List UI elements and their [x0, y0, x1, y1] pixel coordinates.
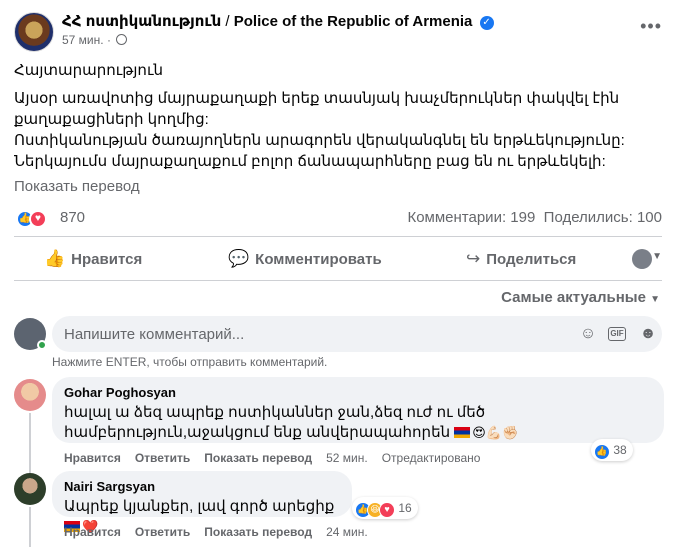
comment-author[interactable]: Nairi Sargsyan	[64, 479, 340, 495]
reaction-count[interactable]: 870	[60, 209, 85, 226]
thread-line	[29, 507, 31, 547]
post-meta: 57 мин. ·	[62, 33, 128, 47]
comment-reaction-count: 16	[398, 501, 412, 515]
commenter-avatar[interactable]	[14, 473, 46, 505]
comment-reply-link[interactable]: Ответить	[135, 525, 190, 539]
thread-line	[29, 413, 31, 473]
post-header: ՀՀ ոստիկանություն / Police of the Republ…	[14, 8, 664, 54]
comment-icon: 💬	[228, 249, 250, 268]
comment-reactions[interactable]: 👍 😆 ♥ 16	[352, 497, 418, 519]
comment-bubble: Gohar Poghosyan հալալ ա ձեզ ապրեք ոստիկա…	[52, 377, 664, 443]
comment-translate-link[interactable]: Показать перевод	[204, 525, 312, 539]
share-button[interactable]: ↪ Поделиться	[466, 243, 576, 275]
action-bar: 👍 Нравится 💬 Комментировать ↪ Поделиться ▼	[14, 243, 662, 275]
comment-composer: ☺ GIF ☻	[52, 316, 662, 352]
comment-meta: Нравится Ответить Показать перевод 52 мин. О…	[64, 451, 494, 465]
divider	[14, 280, 662, 281]
love-icon: ♥	[29, 210, 47, 228]
divider	[14, 236, 662, 237]
comment-body: հալալ ա ձեզ ապրեք ոստիկաններ ջան,ձեզ ուժ…	[64, 404, 486, 441]
like-button[interactable]: 👍 Нравится	[44, 243, 142, 275]
comment-time[interactable]: 24 мин.	[326, 525, 368, 539]
armenia-flag-icon	[454, 427, 471, 438]
comment-translate-link[interactable]: Показать перевод	[204, 451, 312, 465]
comment-edited: Отредактировано	[381, 451, 481, 465]
stats-right: Комментарии: 199 Поделились: 100	[407, 209, 662, 226]
show-translation-link[interactable]: Показать перевод	[14, 178, 140, 195]
meta-dot: ·	[106, 33, 111, 47]
like-icon: 👍	[44, 249, 66, 268]
post-line: Ներկայումս մայրաքաղաքում բոլոր ճանապարհն…	[14, 153, 606, 170]
comment-like-link[interactable]: Нравится	[64, 451, 121, 465]
comment-button[interactable]: 💬 Комментировать	[228, 243, 382, 275]
share-label: Поделиться	[486, 251, 577, 268]
comment-bubble: Nairi Sargsyan Ապրեք կյանքեր, լավ գործ ա…	[52, 471, 352, 534]
page-avatar[interactable]	[14, 12, 54, 52]
comment-meta: Нравится Ответить Показать перевод 24 мин.	[64, 525, 382, 539]
reaction-icons[interactable]: 👍 ♥	[16, 208, 47, 228]
post-text: Հայտարարություն Այսօր առավոտից մայրաքաղա…	[14, 60, 664, 172]
post-stats: 👍 ♥ 870 Комментарии: 199 Поделились: 100	[14, 207, 662, 229]
comment-author[interactable]: Gohar Poghosyan	[64, 385, 652, 401]
sticker-icon[interactable]: ☻	[638, 324, 658, 344]
comment-sort-dropdown[interactable]: Самые актуальные ▼	[501, 289, 660, 306]
comment-time[interactable]: 52 мин.	[326, 451, 368, 465]
comment-reaction-count: 38	[613, 443, 627, 457]
page-name-en[interactable]: Police of the Republic of Armenia	[234, 13, 473, 30]
comment-label: Комментировать	[255, 251, 382, 268]
comment-like-link[interactable]: Нравится	[64, 525, 121, 539]
chevron-down-icon: ▼	[650, 294, 660, 305]
love-icon: ♥	[379, 502, 395, 518]
post-line: Այսօր առավոտից մայրաքաղաքի երեք տասնյակ …	[14, 90, 620, 128]
comment-text: հալալ ա ձեզ ապրեք ոստիկաններ ջան,ձեզ ուժ…	[64, 403, 652, 443]
comment-reactions[interactable]: 👍 38	[591, 439, 633, 461]
globe-icon	[116, 34, 128, 45]
reaction-avatar[interactable]	[632, 249, 652, 269]
online-status-dot	[37, 340, 47, 350]
chevron-down-icon[interactable]: ▼	[652, 251, 662, 262]
comment-body: Ապրեք կյանքեր, լավ գործ արեցիք	[64, 498, 335, 515]
comment-reply-link[interactable]: Ответить	[135, 451, 190, 465]
commenter-avatar[interactable]	[14, 379, 46, 411]
post-time[interactable]: 57 мин.	[62, 33, 104, 47]
share-icon: ↪	[466, 249, 481, 268]
comment-emojis: 😍💪🏻✊🏻	[472, 425, 519, 440]
page-name[interactable]: ՀՀ ոստիկանություն / Police of the Republ…	[62, 12, 494, 30]
verified-badge-icon: ✓	[479, 16, 494, 30]
emoji-icon[interactable]: ☺	[578, 324, 598, 344]
like-label: Нравится	[71, 251, 143, 268]
more-options-icon[interactable]: •••	[640, 16, 662, 37]
page-name-hy[interactable]: ՀՀ ոստիկանություն	[62, 13, 221, 30]
post-line: Հայտարարություն	[14, 62, 163, 79]
like-icon: 👍	[594, 444, 610, 460]
post-line: Ոստիկանության ծառայողներն արագորեն վերակ…	[14, 132, 625, 149]
sort-label: Самые актуальные	[501, 289, 646, 306]
comment-input[interactable]	[64, 316, 564, 352]
shares-count[interactable]: Поделились: 100	[544, 209, 662, 226]
page-name-separator: /	[225, 13, 230, 30]
comments-count[interactable]: Комментарии: 199	[407, 209, 535, 226]
gif-icon[interactable]: GIF	[608, 327, 626, 341]
enter-hint: Нажмите ENTER, чтобы отправить комментар…	[52, 355, 328, 369]
